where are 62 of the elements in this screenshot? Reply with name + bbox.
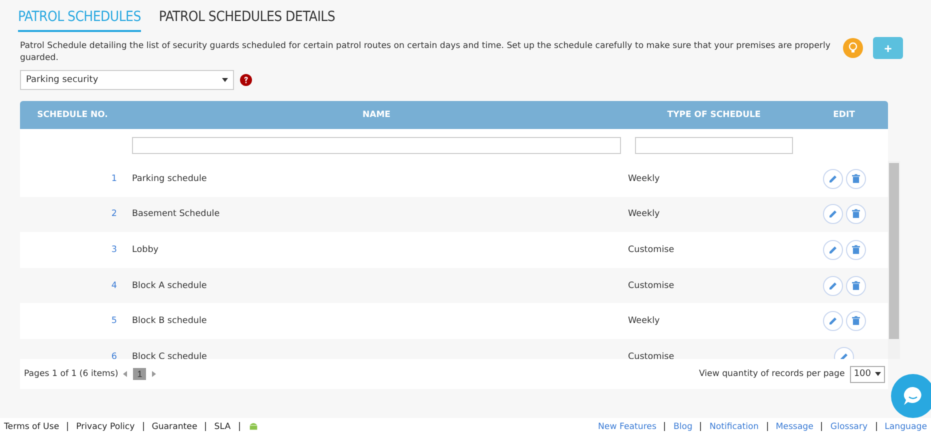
schedule-number[interactable]: 6	[20, 352, 125, 359]
type-filter-field[interactable]	[635, 136, 793, 154]
delete-button[interactable]	[846, 240, 866, 260]
schedule-number[interactable]: 1	[20, 174, 125, 184]
per-page-dropdown[interactable]: 100	[850, 366, 885, 382]
table-cell-text: Weekly	[628, 174, 661, 184]
schedule-number[interactable]: 2	[20, 209, 125, 220]
schedule-number[interactable]: 3	[20, 244, 125, 255]
footer-link[interactable]: Message	[776, 422, 814, 432]
name-filter-field[interactable]	[132, 136, 621, 154]
table-cell-text: Block A schedule	[131, 280, 208, 291]
table-cell-text: Customise	[628, 352, 676, 359]
table-cell-text: Basement Schedule	[131, 209, 221, 220]
delete-button[interactable]	[846, 204, 866, 224]
footer-link[interactable]: New Features	[598, 422, 656, 432]
footer-link[interactable]: Language	[884, 422, 927, 432]
footer-link[interactable]: SLA	[214, 422, 231, 432]
description-text: Patrol Schedule detailing the list of security guards scheduled for certain patrol routes on certain days and time. Set up the schedule carefully to make sure that your premises are properly guarded.	[20, 40, 832, 64]
footer-link[interactable]: Blog	[673, 422, 692, 432]
column-header[interactable]: NAME	[125, 110, 628, 120]
column-header[interactable]: EDIT	[800, 110, 888, 120]
previous-page-icon[interactable]	[123, 371, 128, 377]
table-cell-text: Block C schedule	[131, 352, 208, 359]
delete-button[interactable]	[846, 311, 866, 332]
page-button[interactable]: 1	[133, 368, 146, 380]
column-header[interactable]: SCHEDULE NO.	[20, 110, 125, 120]
footer-link[interactable]: Terms of Use	[4, 422, 60, 432]
scrollbar[interactable]	[888, 161, 900, 359]
footer-link[interactable]: Privacy Policy	[76, 422, 135, 432]
chat-button[interactable]	[891, 374, 931, 418]
android-icon[interactable]	[248, 421, 259, 432]
edit-button[interactable]	[822, 276, 842, 296]
per-page-label: View quantity of records per page	[698, 369, 845, 379]
table-cell-text: Weekly	[628, 316, 661, 326]
table-cell-text: Customise	[628, 244, 676, 255]
tab[interactable]: PATROL SCHEDULES DETAILS	[158, 6, 336, 32]
edit-button[interactable]	[822, 204, 842, 224]
edit-button[interactable]	[822, 311, 842, 332]
edit-button[interactable]	[822, 168, 842, 189]
footer-link[interactable]: Guarantee	[152, 422, 198, 432]
schedule-number[interactable]: 5	[20, 316, 125, 326]
tab[interactable]: PATROL SCHEDULES	[18, 6, 141, 32]
column-header[interactable]: TYPE OF SCHEDULE	[628, 110, 800, 120]
edit-button[interactable]	[822, 240, 842, 260]
table-cell-text: Block B schedule	[131, 316, 208, 326]
footer-link[interactable]: Notification	[709, 422, 759, 432]
next-page-icon[interactable]	[151, 371, 156, 377]
help-icon[interactable]	[240, 74, 252, 86]
caret-icon	[222, 78, 228, 82]
table-cell-text: Lobby	[131, 244, 160, 255]
caret-icon	[875, 372, 881, 376]
pager-summary: Pages 1 of 1 (6 items)	[24, 369, 118, 379]
footer-link[interactable]: Glossary	[830, 422, 868, 432]
speech-bubble-icon	[902, 385, 924, 407]
table-cell-text: Weekly	[628, 209, 661, 220]
table-cell-text: Customise	[628, 280, 676, 291]
route-dropdown[interactable]: Parking security	[20, 70, 234, 90]
schedule-number[interactable]: 4	[20, 280, 125, 291]
table-cell-text: Parking schedule	[131, 174, 208, 184]
delete-button[interactable]	[846, 276, 866, 296]
delete-button[interactable]	[846, 168, 866, 189]
lightbulb-icon[interactable]	[843, 38, 863, 58]
